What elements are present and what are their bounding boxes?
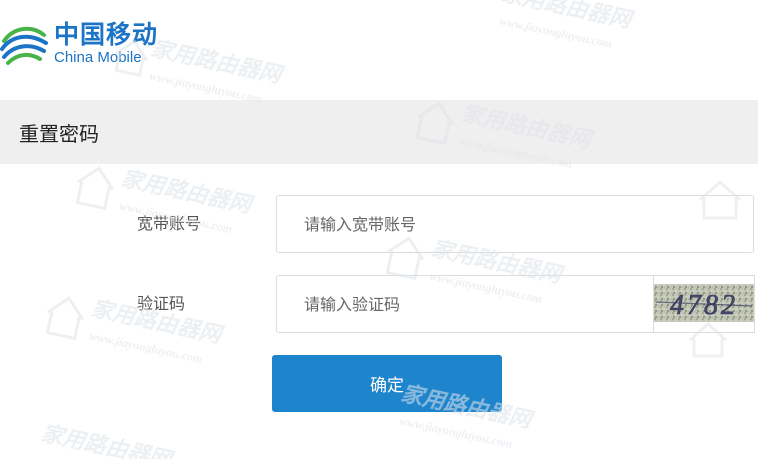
watermark-mark: 家用路由器网 xyxy=(39,420,176,459)
account-input[interactable] xyxy=(276,195,754,253)
account-label: 宽带账号 xyxy=(137,214,202,233)
captcha-label: 验证码 xyxy=(137,294,186,313)
brand-name-cn: 中国移动 xyxy=(54,20,159,49)
brand-name-en: China Mobile xyxy=(54,49,142,66)
account-row: 宽带账号 xyxy=(0,195,758,253)
china-mobile-logo-icon xyxy=(0,26,48,65)
watermark-mark: 家用路由器网 www.jiayongluyou.com xyxy=(498,0,636,52)
page-title: 重置密码 xyxy=(19,121,99,146)
captcha-graphic: 4782 xyxy=(654,284,754,322)
svg-text:家用路由器网: 家用路由器网 xyxy=(499,0,636,33)
reset-password-page: 中国移动 China Mobile 重置密码 宽带账号 验证码 xyxy=(0,0,758,459)
title-bar: 重置密码 xyxy=(0,100,758,164)
svg-text:www.jiayongluyou.com: www.jiayongluyou.com xyxy=(88,329,203,367)
svg-text:家用路由器网: 家用路由器网 xyxy=(39,420,176,459)
svg-text:家用路由器网: 家用路由器网 xyxy=(149,35,286,88)
captcha-row: 验证码 4782 xyxy=(0,275,758,333)
svg-text:www.jiayongluyou.com: www.jiayongluyou.com xyxy=(398,414,513,452)
captcha-input[interactable] xyxy=(276,275,654,333)
svg-text:www.jiayongluyou.com: www.jiayongluyou.com xyxy=(498,14,613,52)
china-mobile-logo: 中国移动 China Mobile xyxy=(0,14,158,74)
confirm-button[interactable]: 确定 xyxy=(272,355,502,412)
captcha-image[interactable]: 4782 xyxy=(654,275,755,333)
